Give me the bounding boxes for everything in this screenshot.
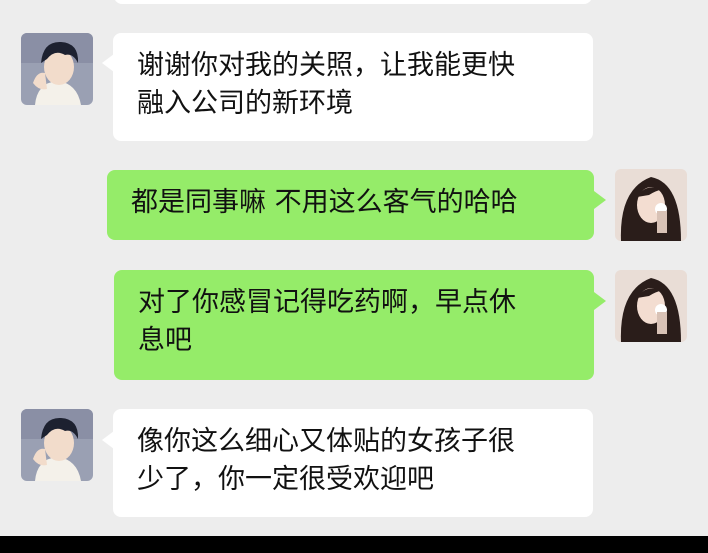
message-text-line: 息吧 xyxy=(138,325,192,356)
message-text-line: 谢谢你对我的关照，让我能更快 xyxy=(137,50,515,81)
female-avatar-icon[interactable] xyxy=(615,169,687,241)
female-avatar-icon[interactable] xyxy=(615,270,687,342)
message-text-line: 都是同事嘛 不用这么客气的哈哈 xyxy=(131,187,518,218)
message-text-line: 像你这么细心又体贴的女孩子很 xyxy=(137,426,515,457)
message-bubble-outgoing[interactable]: 对了你感冒记得吃药啊，早点休 息吧 xyxy=(114,270,594,380)
message-text-line: 对了你感冒记得吃药啊，早点休 xyxy=(138,287,516,318)
message-bubble-outgoing[interactable]: 都是同事嘛 不用这么客气的哈哈 xyxy=(107,170,594,240)
male-avatar-icon[interactable] xyxy=(21,33,93,105)
bubble-tail xyxy=(594,191,606,209)
bubble-tail xyxy=(594,292,606,310)
male-avatar-icon[interactable] xyxy=(21,409,93,481)
previous-message-bubble xyxy=(114,0,592,4)
message-bubble-incoming[interactable]: 谢谢你对我的关照，让我能更快 融入公司的新环境 xyxy=(113,33,593,141)
message-bubble-incoming[interactable]: 像你这么细心又体贴的女孩子很 少了，你一定很受欢迎吧 xyxy=(113,409,593,517)
message-text-line: 少了，你一定很受欢迎吧 xyxy=(137,464,434,495)
bottom-bar xyxy=(0,536,708,553)
message-text-line: 融入公司的新环境 xyxy=(137,88,353,119)
